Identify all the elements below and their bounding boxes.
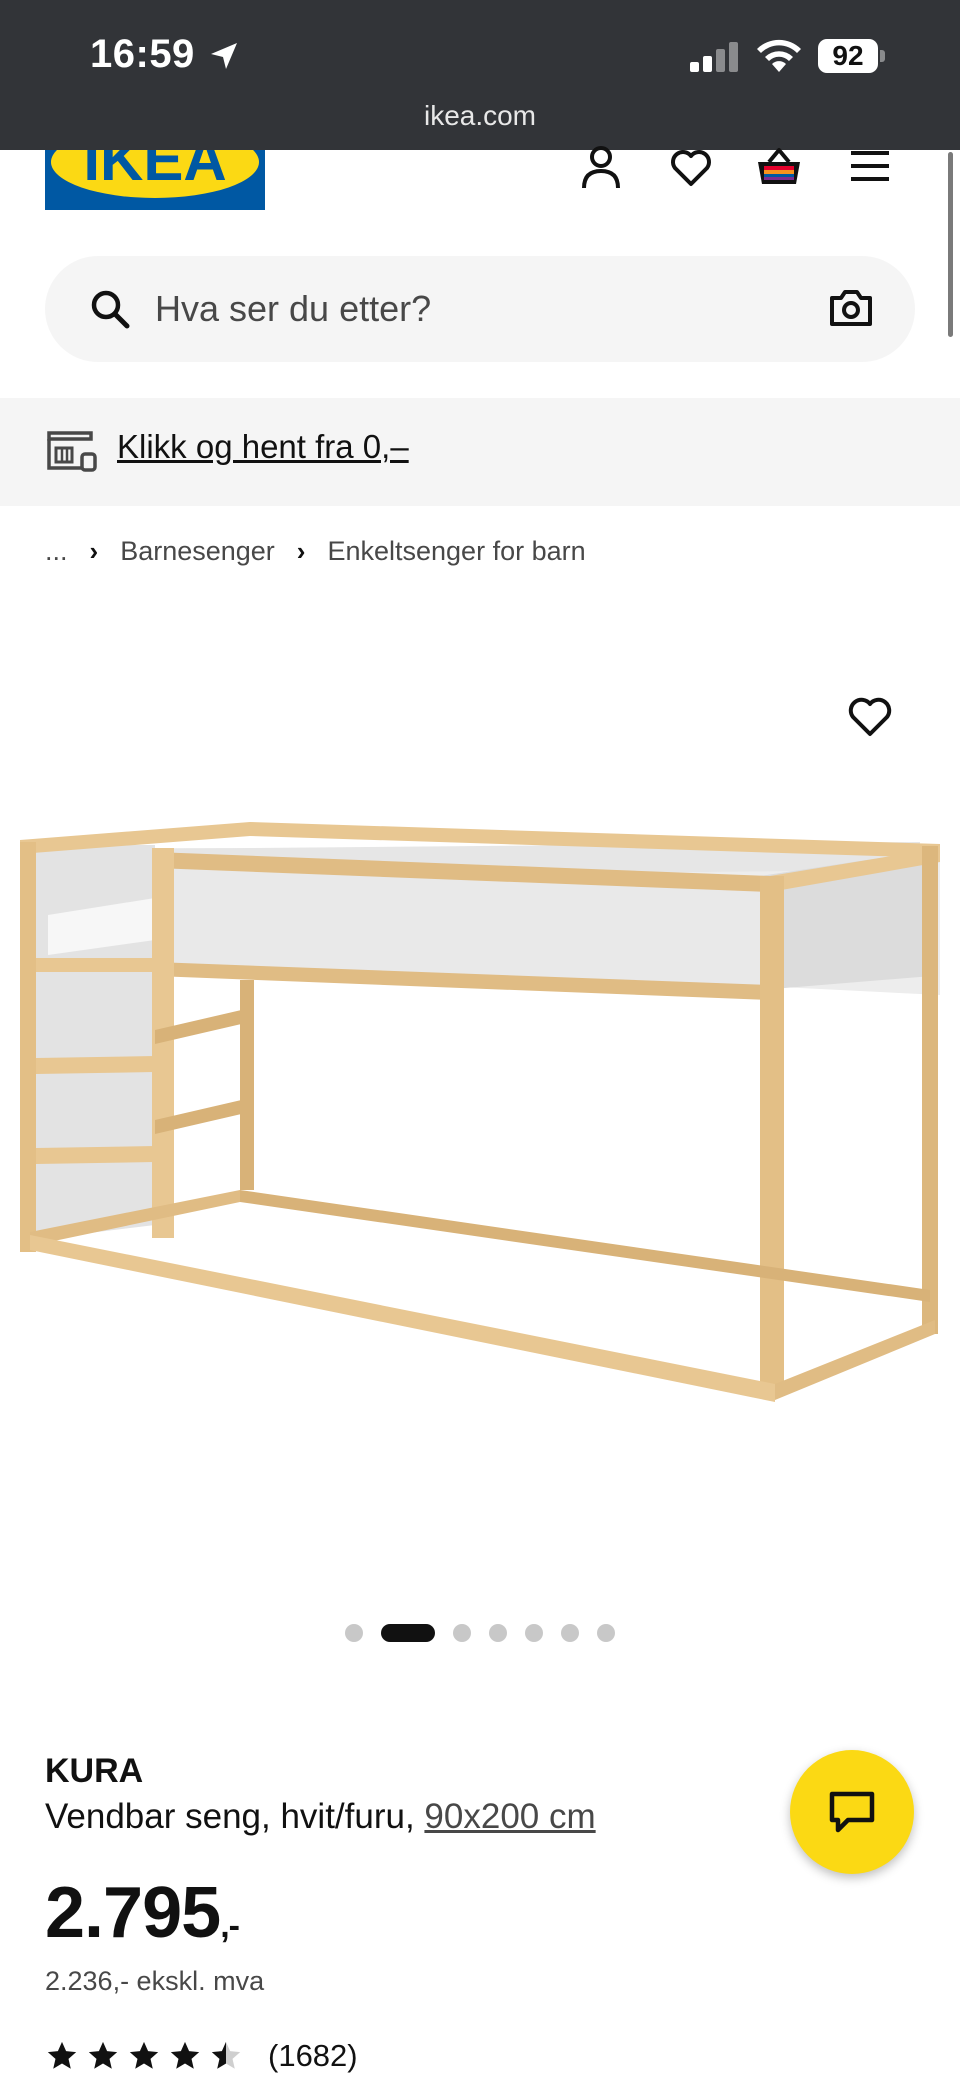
cellular-signal-icon	[690, 42, 738, 72]
product-description-text: Vendbar seng, hvit/furu,	[45, 1797, 415, 1836]
battery-level: 92	[818, 39, 878, 73]
status-time: 16:59	[90, 32, 195, 76]
product-price: 2.795,-	[45, 1872, 240, 1954]
ikea-logo-graphic: IKEA	[51, 150, 259, 198]
image-carousel-indicator[interactable]	[0, 1622, 960, 1642]
product-size-link[interactable]: 90x200 cm	[424, 1797, 595, 1836]
rating-count[interactable]: (1682)	[268, 2038, 358, 2074]
logo-text: IKEA	[83, 150, 226, 193]
star-full-icon	[170, 2041, 200, 2069]
page-scrollbar[interactable]	[948, 152, 953, 337]
heart-icon[interactable]	[668, 144, 714, 190]
ikea-logo[interactable]: IKEA	[45, 150, 265, 210]
breadcrumb: ... › Barnesenger › Enkeltsenger for bar…	[45, 536, 586, 567]
carousel-dot[interactable]	[561, 1624, 579, 1642]
search-bar[interactable]	[45, 256, 915, 362]
price-ex-vat: 2.236,- ekskl. mva	[45, 1966, 265, 1996]
chat-bubble-icon	[829, 1791, 875, 1833]
carousel-dot-active[interactable]	[381, 1624, 435, 1642]
carousel-dot[interactable]	[597, 1624, 615, 1642]
menu-icon[interactable]	[847, 144, 893, 190]
basket-icon[interactable]	[756, 144, 802, 190]
carousel-dot[interactable]	[489, 1624, 507, 1642]
price-suffix: ,-	[220, 1907, 240, 1945]
carousel-dot[interactable]	[453, 1624, 471, 1642]
location-arrow-icon	[211, 43, 237, 69]
chevron-right-icon: ›	[296, 536, 306, 566]
star-full-icon	[47, 2041, 77, 2069]
wifi-icon	[757, 39, 801, 72]
star-full-icon	[88, 2041, 118, 2069]
user-icon[interactable]	[578, 144, 624, 190]
star-full-icon	[129, 2041, 159, 2069]
breadcrumb-ellipsis[interactable]: ...	[45, 536, 68, 567]
click-collect-link[interactable]: Klikk og hent fra 0,–	[117, 428, 409, 466]
star-half-icon	[211, 2041, 241, 2069]
breadcrumb-item-enkeltsenger[interactable]: Enkeltsenger for barn	[327, 536, 585, 567]
carousel-dot[interactable]	[525, 1624, 543, 1642]
camera-icon[interactable]	[828, 286, 874, 330]
chevron-right-icon: ›	[89, 536, 99, 566]
bed-frame-illustration	[20, 822, 940, 1402]
price-value: 2.795	[45, 1873, 221, 1953]
battery-indicator: 92	[818, 39, 890, 75]
product-image[interactable]	[0, 780, 960, 1440]
search-icon	[91, 290, 130, 329]
carousel-dot[interactable]	[345, 1624, 363, 1642]
browser-url[interactable]: ikea.com	[0, 100, 960, 132]
chat-button[interactable]	[790, 1750, 914, 1874]
status-bar: 16:59 92 ikea.com	[0, 0, 960, 150]
battery-nub	[880, 50, 885, 62]
click-collect-banner: Klikk og hent fra 0,–	[0, 398, 960, 506]
store-icon	[47, 431, 97, 472]
search-input[interactable]	[153, 278, 757, 340]
product-name: KURA	[45, 1752, 144, 1790]
product-rating[interactable]: (1682)	[45, 2036, 358, 2076]
breadcrumb-item-barnesenger[interactable]: Barnesenger	[120, 536, 275, 567]
product-description: Vendbar seng, hvit/furu, 90x200 cm	[45, 1797, 596, 1837]
add-to-favourites-heart-icon[interactable]	[846, 694, 894, 738]
